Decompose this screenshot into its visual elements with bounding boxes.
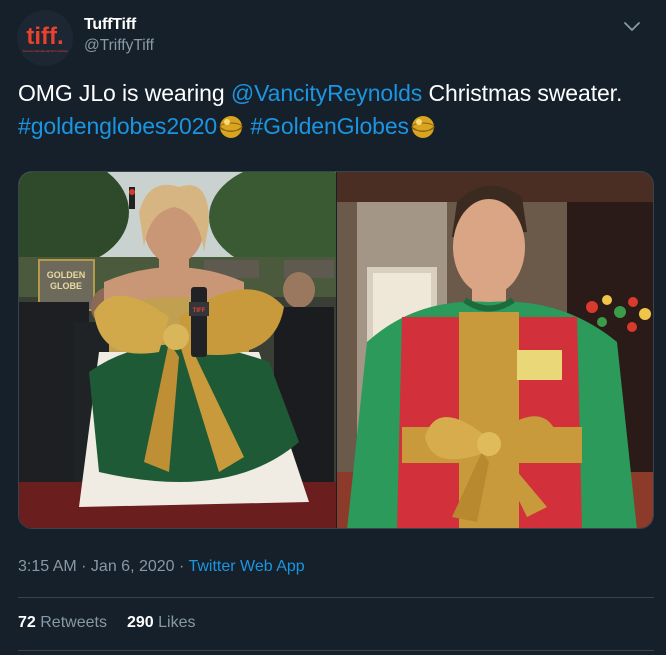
golden-globe-emoji-icon (218, 114, 244, 140)
jlo-gown-photo: GOLDEN GLOBE TIFF (19, 172, 337, 528)
media-image-left[interactable]: GOLDEN GLOBE TIFF (19, 172, 337, 528)
golden-globe-emoji-icon (410, 114, 436, 140)
divider (18, 650, 654, 651)
tiff-logo-icon: tiff. Toronto International Film Festiva… (17, 10, 73, 66)
divider (18, 597, 654, 598)
mention-link[interactable]: @VancityReynolds (231, 80, 422, 106)
tweet-text-part: OMG JLo is wearing (18, 80, 231, 106)
mic-flag-text: TIFF (193, 308, 206, 314)
reynolds-sweater-photo (337, 172, 653, 528)
source-app-link[interactable]: Twitter Web App (188, 558, 304, 575)
hashtag-link[interactable]: #GoldenGlobes (250, 113, 409, 139)
meta-separator: · (76, 558, 91, 575)
avatar-subtext: Toronto International Film Festival (22, 49, 67, 53)
tweet-stats: 72 Retweets 290 Likes (18, 614, 195, 632)
tweet-meta: 3:15 AM · Jan 6, 2020 · Twitter Web App (18, 558, 305, 576)
media-image-right[interactable] (337, 172, 653, 528)
tweet-date[interactable]: Jan 6, 2020 (91, 558, 175, 575)
more-options-button[interactable] (620, 14, 644, 38)
chevron-down-icon (624, 22, 640, 31)
sign-text: GOLDEN (47, 270, 86, 280)
display-name[interactable]: TuffTiff (84, 16, 136, 34)
likes-label: Likes (158, 614, 196, 631)
sign-text: GLOBE (50, 281, 82, 291)
likes-count: 290 (126, 614, 154, 631)
tweet-time[interactable]: 3:15 AM (18, 558, 77, 575)
retweets-count: 72 (18, 614, 36, 631)
tweet-text: OMG JLo is wearing @VancityReynolds Chri… (18, 77, 648, 143)
tweet-card: tiff. Toronto International Film Festiva… (0, 0, 666, 655)
avatar[interactable]: tiff. Toronto International Film Festiva… (17, 10, 73, 66)
meta-separator: · (174, 558, 189, 575)
tweet-media[interactable]: GOLDEN GLOBE TIFF (18, 171, 654, 529)
avatar-text: tiff. (26, 23, 63, 50)
retweets-label: Retweets (40, 614, 107, 631)
retweets-stat[interactable]: 72 Retweets (18, 614, 107, 631)
hashtag-link[interactable]: #goldenglobes2020 (18, 113, 217, 139)
user-handle[interactable]: @TriffyTiff (84, 37, 154, 55)
likes-stat[interactable]: 290 Likes (127, 614, 196, 631)
tweet-text-part: Christmas sweater. (422, 80, 623, 106)
